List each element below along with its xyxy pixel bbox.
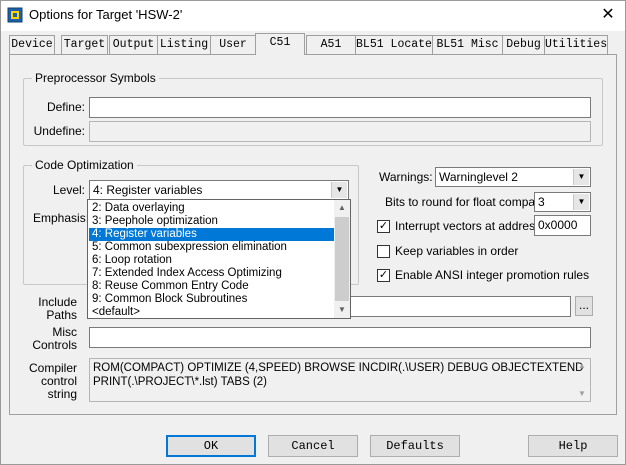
chevron-down-icon[interactable]: ▼ <box>331 182 347 198</box>
interrupt-vectors-label: Interrupt vectors at address: <box>395 219 545 233</box>
compiler-label-2: control <box>40 374 77 388</box>
list-item[interactable]: 6: Loop rotation <box>89 254 334 267</box>
options-dialog: Options for Target 'HSW-2' ✕ Device Targ… <box>0 0 626 465</box>
tab-bl51-misc[interactable]: BL51 Misc <box>432 35 503 54</box>
misc-controls-field[interactable] <box>89 327 591 348</box>
code-optimization-legend: Code Optimization <box>32 158 137 172</box>
chevron-down-icon[interactable]: ▼ <box>573 194 589 210</box>
keep-variables-label: Keep variables in order <box>395 244 519 258</box>
misc-label-2: Controls <box>32 338 77 352</box>
bits-select-value: 3 <box>538 195 545 209</box>
undefine-label: Undefine: <box>33 124 85 138</box>
compiler-scrollbar[interactable]: ▲ ▼ <box>574 359 590 401</box>
ansi-promotion-checkbox[interactable]: ✓ <box>377 269 390 282</box>
title-bar: Options for Target 'HSW-2' ✕ <box>1 1 625 31</box>
tab-strip: Device Target Output Listing User C51 A5… <box>9 33 617 55</box>
tab-c51[interactable]: C51 <box>255 33 305 55</box>
chevron-down-icon[interactable]: ▼ <box>573 169 589 185</box>
interrupt-vectors-checkbox[interactable]: ✓ <box>377 220 390 233</box>
window-title: Options for Target 'HSW-2' <box>29 7 183 22</box>
interrupt-address-field[interactable]: 0x0000 <box>534 215 591 236</box>
list-item[interactable]: 9: Common Block Subroutines <box>89 293 334 306</box>
compiler-line-1: ROM(COMPACT) OPTIMIZE (4,SPEED) BROWSE I… <box>93 362 584 374</box>
scroll-up-icon[interactable]: ▲ <box>574 359 590 373</box>
tab-bl51-locate[interactable]: BL51 Locate <box>355 35 433 54</box>
level-label: Level: <box>52 183 85 197</box>
ok-button[interactable]: OK <box>166 435 256 457</box>
list-item[interactable]: 2: Data overlaying <box>89 202 334 215</box>
scroll-down-icon[interactable]: ▼ <box>574 387 590 401</box>
define-label: Define: <box>46 100 85 114</box>
tab-target[interactable]: Target <box>61 35 108 54</box>
bits-select[interactable]: 3 ▼ <box>534 192 591 212</box>
bits-label: Bits to round for float compare: <box>385 195 550 209</box>
list-item[interactable]: 8: Reuse Common Entry Code <box>89 280 334 293</box>
tab-output[interactable]: Output <box>109 35 158 54</box>
define-field[interactable] <box>89 97 591 118</box>
compiler-label-3: string <box>47 387 77 401</box>
scroll-up-icon[interactable]: ▲ <box>334 200 350 216</box>
keep-variables-checkbox[interactable] <box>377 245 390 258</box>
compiler-control-string[interactable]: ROM(COMPACT) OPTIMIZE (4,SPEED) BROWSE I… <box>89 358 591 402</box>
tab-user[interactable]: User <box>210 35 256 54</box>
list-item[interactable]: <default> <box>89 306 334 319</box>
warnings-select[interactable]: Warninglevel 2 ▼ <box>435 167 591 187</box>
include-label-2: Paths <box>46 308 77 322</box>
help-button[interactable]: Help <box>528 435 618 457</box>
level-select[interactable]: 4: Register variables ▼ <box>89 180 349 200</box>
close-icon[interactable]: ✕ <box>597 5 619 25</box>
ansi-promotion-label: Enable ANSI integer promotion rules <box>395 268 590 282</box>
tab-utilities[interactable]: Utilities <box>544 35 608 54</box>
defaults-button[interactable]: Defaults <box>370 435 460 457</box>
level-dropdown-list[interactable]: 2: Data overlaying 3: Peephole optimizat… <box>87 199 351 319</box>
compiler-label-1: Compiler <box>28 361 77 375</box>
scroll-thumb[interactable] <box>335 217 349 301</box>
list-item[interactable]: 7: Extended Index Access Optimizing <box>89 267 334 280</box>
preprocessor-legend: Preprocessor Symbols <box>32 71 159 85</box>
cancel-button[interactable]: Cancel <box>268 435 358 457</box>
app-icon <box>7 7 23 23</box>
scroll-down-icon[interactable]: ▼ <box>334 302 350 318</box>
compiler-line-2: PRINT(.\PROJECT\*.lst) TABS (2) <box>93 376 268 388</box>
list-item[interactable]: 3: Peephole optimization <box>89 215 334 228</box>
tab-device[interactable]: Device <box>9 35 55 54</box>
include-label-1: Include <box>38 295 77 309</box>
misc-label-1: Misc <box>52 325 77 339</box>
tab-a51[interactable]: A51 <box>306 35 356 54</box>
emphasis-label: Emphasis: <box>33 211 90 225</box>
undefine-field[interactable] <box>89 121 591 142</box>
tab-listing[interactable]: Listing <box>157 35 211 54</box>
warnings-label: Warnings: <box>379 170 433 184</box>
list-item[interactable]: 5: Common subexpression elimination <box>89 241 334 254</box>
tab-debug[interactable]: Debug <box>502 35 545 54</box>
dropdown-scrollbar[interactable]: ▲ ▼ <box>334 200 350 318</box>
list-item-selected[interactable]: 4: Register variables <box>89 228 334 241</box>
level-select-value: 4: Register variables <box>93 183 203 197</box>
browse-include-button[interactable]: ... <box>575 296 593 316</box>
warnings-select-value: Warninglevel 2 <box>439 170 518 184</box>
